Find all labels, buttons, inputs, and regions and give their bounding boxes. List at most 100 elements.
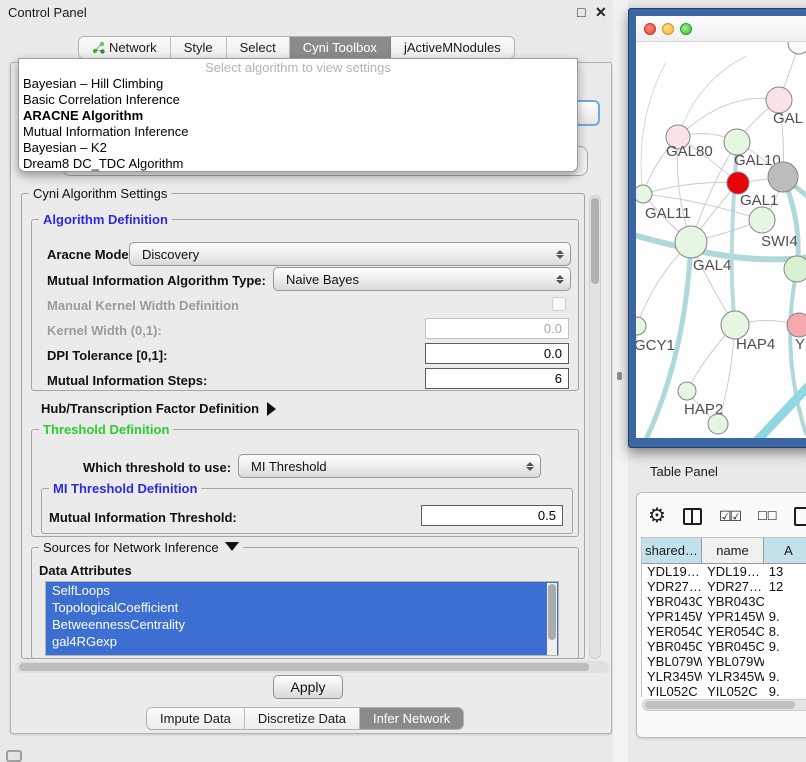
table-cell: YDR27… — [642, 579, 702, 594]
table-row[interactable]: YIL052CYIL052C9. — [642, 684, 806, 697]
table-cell: YIL052C — [702, 684, 764, 697]
network-graph[interactable]: GALGAL80GAL10GAL1GAL11GAL4SWI4GCY1HAP4YH… — [636, 42, 806, 438]
network-window-titlebar[interactable] — [636, 16, 806, 42]
algorithm-prompt: Select algorithm to view settings — [19, 59, 577, 76]
aracne-mode-combo[interactable]: Discovery — [129, 242, 571, 266]
attribute-item-selfloops[interactable]: SelfLoops — [46, 582, 558, 599]
close-window-icon[interactable]: ✕ — [595, 4, 607, 21]
tab-discretize-data[interactable]: Discretize Data — [245, 708, 360, 729]
aracne-mode-value: Discovery — [142, 247, 550, 262]
tab-jactivemnodules[interactable]: jActiveMNodules — [391, 37, 514, 58]
algorithm-definition-legend: Algorithm Definition — [39, 212, 172, 227]
network-edge[interactable] — [678, 56, 746, 137]
table-horizontal-scrollbar[interactable] — [642, 699, 806, 711]
tab-network[interactable]: Network — [79, 37, 171, 58]
kernel-width-field[interactable] — [425, 318, 569, 339]
minimize-traffic-light-icon[interactable] — [662, 23, 674, 35]
manual-kernel-width-checkbox[interactable] — [552, 297, 566, 311]
network-node[interactable] — [788, 42, 806, 54]
table-row[interactable]: YBR043CYBR043C — [642, 594, 806, 609]
attribute-item-topologicalcoefficient[interactable]: TopologicalCoefficient — [46, 599, 558, 616]
tab-cyni-toolbox[interactable]: Cyni Toolbox — [290, 37, 391, 58]
settings-vertical-scrollbar[interactable] — [589, 195, 601, 659]
mi-steps-field[interactable] — [425, 368, 569, 389]
tab-label: jActiveMNodules — [404, 37, 501, 58]
network-node[interactable] — [768, 162, 798, 192]
table-cell: YBR043C — [642, 594, 702, 609]
table-row[interactable]: YER054CYER054C8. — [642, 624, 806, 639]
table-row[interactable]: YLR345WYLR345W9. — [642, 669, 806, 684]
network-edge[interactable] — [643, 182, 738, 194]
network-node-gal4[interactable] — [675, 226, 707, 258]
data-attributes-label: Data Attributes — [39, 563, 132, 578]
tab-impute-data[interactable]: Impute Data — [147, 708, 245, 729]
table-cell: YER054C — [642, 624, 702, 639]
network-node-gal11[interactable] — [636, 185, 652, 203]
which-threshold-combo[interactable]: MI Threshold — [238, 454, 541, 478]
table-row[interactable]: YPR145WYPR145W9. — [642, 609, 806, 624]
float-window-icon[interactable]: □ — [577, 4, 585, 20]
which-threshold-label: Which threshold to use: — [83, 460, 231, 475]
settings-horizontal-scrollbar[interactable] — [15, 661, 609, 673]
network-node-hap4[interactable] — [721, 311, 749, 339]
tab-select[interactable]: Select — [227, 37, 290, 58]
algorithm-option-bayesian-hill-climbing[interactable]: Bayesian – Hill Climbing — [19, 76, 577, 92]
dpi-tolerance-field[interactable] — [425, 343, 569, 364]
mi-algorithm-type-combo[interactable]: Naive Bayes — [273, 267, 571, 291]
node-label: GAL11 — [645, 205, 691, 222]
attribute-item-betweennesscentrality[interactable]: BetweennessCentrality — [46, 616, 558, 633]
network-node-hap2[interactable] — [678, 382, 696, 400]
table-settings-gear-icon[interactable]: ⚙ — [648, 506, 666, 526]
panel-divider[interactable] — [613, 0, 628, 762]
algorithm-dropdown-popup: Select algorithm to view settingsBayesia… — [18, 58, 578, 172]
data-attributes-list[interactable]: SelfLoopsTopologicalCoefficientBetweenne… — [45, 581, 559, 656]
table-row[interactable]: YBL079WYBL079W — [642, 654, 806, 669]
hub-definition-toggle[interactable]: Hub/Transcription Factor Definition — [41, 401, 276, 416]
algorithm-option-dream8-dc-tdc-algorithm[interactable]: Dream8 DC_TDC Algorithm — [19, 156, 577, 172]
dpi-tolerance-label: DPI Tolerance [0,1]: — [47, 348, 167, 363]
table-row[interactable]: YDL19…YDL19…13 — [642, 564, 806, 579]
node-table: shared…nameA YDL19…YDL19…13YDR27…YDR27…1… — [641, 537, 806, 697]
network-node[interactable] — [727, 172, 749, 194]
network-node-gal1[interactable] — [749, 207, 775, 233]
tab-infer-network[interactable]: Infer Network — [360, 708, 463, 729]
table-cell: 8. — [764, 624, 806, 639]
tab-style[interactable]: Style — [171, 37, 227, 58]
select-all-columns-icon[interactable]: ☑☑ — [719, 508, 740, 525]
network-node-swi4[interactable] — [784, 256, 806, 282]
export-table-icon[interactable] — [794, 507, 806, 526]
mi-threshold-field[interactable] — [421, 505, 563, 526]
algorithm-option-basic-correlation-inference[interactable]: Basic Correlation Inference — [19, 92, 577, 108]
network-view-window[interactable]: GALGAL80GAL10GAL1GAL11GAL4SWI4GCY1HAP4YH… — [628, 8, 806, 448]
divider-handle[interactable] — [617, 372, 622, 380]
control-panel-titlebar: Control Panel □ ✕ — [0, 0, 612, 26]
table-cell: YBL079W — [702, 654, 764, 669]
network-edge[interactable] — [641, 62, 666, 194]
apply-button[interactable]: Apply — [273, 675, 343, 699]
hub-definition-label: Hub/Transcription Factor Definition — [41, 401, 259, 416]
close-traffic-light-icon[interactable] — [644, 23, 656, 35]
column-header-shared-[interactable]: shared… — [642, 538, 702, 563]
table-row[interactable]: YBR045CYBR045C9. — [642, 639, 806, 654]
algorithm-option-aracne-algorithm[interactable]: ARACNE Algorithm — [19, 108, 577, 124]
split-columns-icon[interactable] — [683, 508, 702, 525]
attribute-item-partial[interactable] — [46, 650, 558, 656]
algorithm-option-bayesian-k2[interactable]: Bayesian – K2 — [19, 140, 577, 156]
network-node[interactable] — [708, 414, 728, 434]
sources-legend[interactable]: Sources for Network Inference — [39, 540, 243, 555]
algorithm-option-mutual-information-inference[interactable]: Mutual Information Inference — [19, 124, 577, 140]
table-cell: 9. — [764, 669, 806, 684]
zoom-traffic-light-icon[interactable] — [680, 23, 692, 35]
network-node-gcy1[interactable] — [636, 317, 646, 335]
collapsed-panel-icon[interactable] — [6, 750, 22, 762]
table-header-row: shared…nameA — [642, 538, 806, 564]
column-header-a[interactable]: A — [764, 538, 806, 563]
deselect-all-columns-icon[interactable]: ☐☐ — [757, 509, 777, 523]
table-row[interactable]: YDR27…YDR27…12 — [642, 579, 806, 594]
attribute-item-gal4rgexp[interactable]: gal4RGexp — [46, 633, 558, 650]
network-view-canvas[interactable]: GALGAL80GAL10GAL1GAL11GAL4SWI4GCY1HAP4YH… — [636, 16, 806, 438]
column-header-name[interactable]: name — [702, 538, 764, 563]
attributes-scrollbar[interactable] — [547, 583, 557, 656]
network-node-y[interactable] — [787, 313, 806, 337]
mi-threshold-definition-legend: MI Threshold Definition — [49, 481, 201, 496]
